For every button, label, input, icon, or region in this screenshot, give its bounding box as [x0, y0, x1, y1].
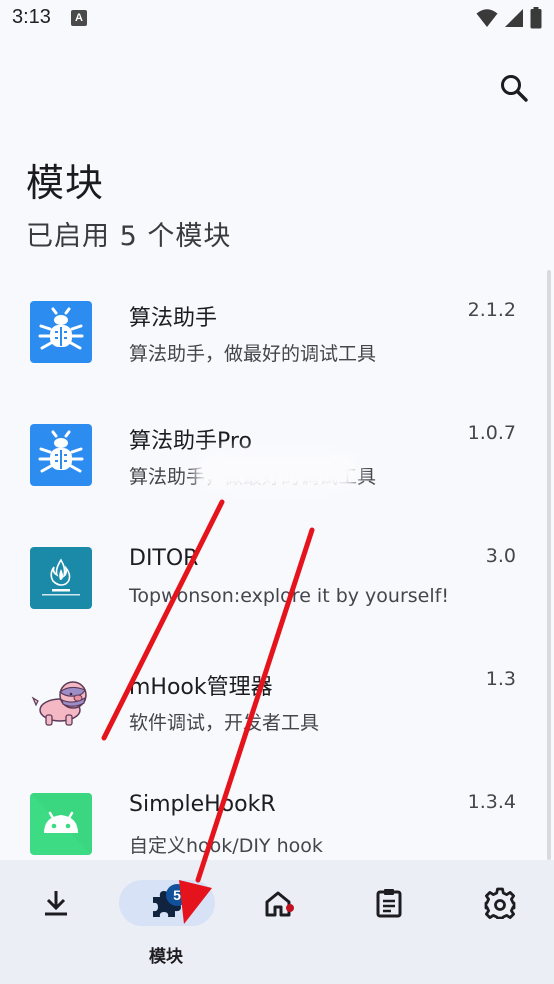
gear-icon [484, 887, 516, 919]
home-icon [265, 891, 291, 917]
bottom-navigation: 5 模块 [0, 860, 554, 984]
wifi-icon [476, 9, 498, 27]
nav-item-logs[interactable] [333, 860, 443, 984]
nav-item-modules[interactable]: 5 模块 [111, 860, 221, 984]
nav-item-home[interactable] [222, 860, 332, 984]
module-item-ditor[interactable]: DITOR Topwonson:explore it by yourself! … [0, 516, 554, 639]
module-item-suanfa[interactable]: 算法助手 算法助手，做最好的调试工具 2.1.2 [0, 270, 554, 393]
nav-item-settings[interactable] [444, 860, 554, 984]
clipboard-icon [376, 889, 402, 918]
modules-count-badge: 5 [166, 884, 188, 906]
nav-pill [341, 880, 437, 926]
download-icon [45, 891, 67, 916]
pig-mascot-icon [30, 670, 92, 732]
list-scrollbar[interactable] [547, 270, 551, 860]
module-name: 算法助手 [129, 306, 218, 331]
module-name: SimpleHookR [129, 792, 276, 817]
module-version: 1.0.7 [467, 422, 516, 444]
nav-label-modules: 模块 [149, 947, 183, 967]
bug-icon [30, 301, 92, 363]
android-robot-icon [30, 793, 92, 855]
status-bar: 3:13 A [0, 0, 554, 38]
status-time: 3:13 [12, 6, 51, 28]
page-title: 模块 [26, 161, 105, 205]
search-button[interactable] [492, 66, 536, 110]
module-version: 2.1.2 [467, 299, 516, 321]
notification-a-icon: A [71, 10, 87, 26]
module-item-simplehookr[interactable]: SimpleHookR 自定义hook/DIY hook 1.3.4 [0, 762, 554, 860]
module-item-suanfa-pro[interactable]: 算法助手Pro 算法助手，做最好的调试工具 1.0.7 [0, 393, 554, 516]
module-item-mhook[interactable]: mHook管理器 软件调试，开发者工具 1.3 [0, 639, 554, 762]
nav-pill [8, 880, 104, 926]
search-icon [501, 75, 528, 102]
module-name: mHook管理器 [129, 675, 273, 700]
module-list[interactable]: 算法助手 算法助手，做最好的调试工具 2.1.2 算法助手Pro 1.0.7 D… [0, 270, 554, 860]
screen: 3:13 A 模块 已启用 5 个模块 算法助手 算法助手，做最好的调试工具 2… [0, 0, 554, 984]
status-icons [476, 6, 542, 30]
module-name: DITOR [129, 546, 199, 571]
module-description: 软件调试，开发者工具 [129, 712, 320, 734]
module-description: 自定义hook/DIY hook [129, 835, 323, 857]
home-notification-dot [286, 904, 294, 912]
page-subtitle: 已启用 5 个模块 [26, 221, 232, 252]
nav-pill [230, 880, 326, 926]
ditor-logo-icon [30, 547, 92, 609]
module-version: 3.0 [485, 545, 516, 567]
module-description: Topwonson:explore it by yourself! [129, 585, 449, 607]
battery-icon [530, 7, 542, 29]
signal-icon [505, 9, 523, 27]
module-version: 1.3 [485, 668, 516, 690]
module-description: 算法助手，做最好的调试工具 [129, 343, 377, 365]
bug-icon [30, 424, 92, 486]
nav-item-download[interactable] [0, 860, 110, 984]
nav-pill-active [119, 880, 215, 926]
module-version: 1.3.4 [467, 791, 516, 813]
nav-pill [452, 880, 548, 926]
blur-smudge [195, 451, 360, 491]
